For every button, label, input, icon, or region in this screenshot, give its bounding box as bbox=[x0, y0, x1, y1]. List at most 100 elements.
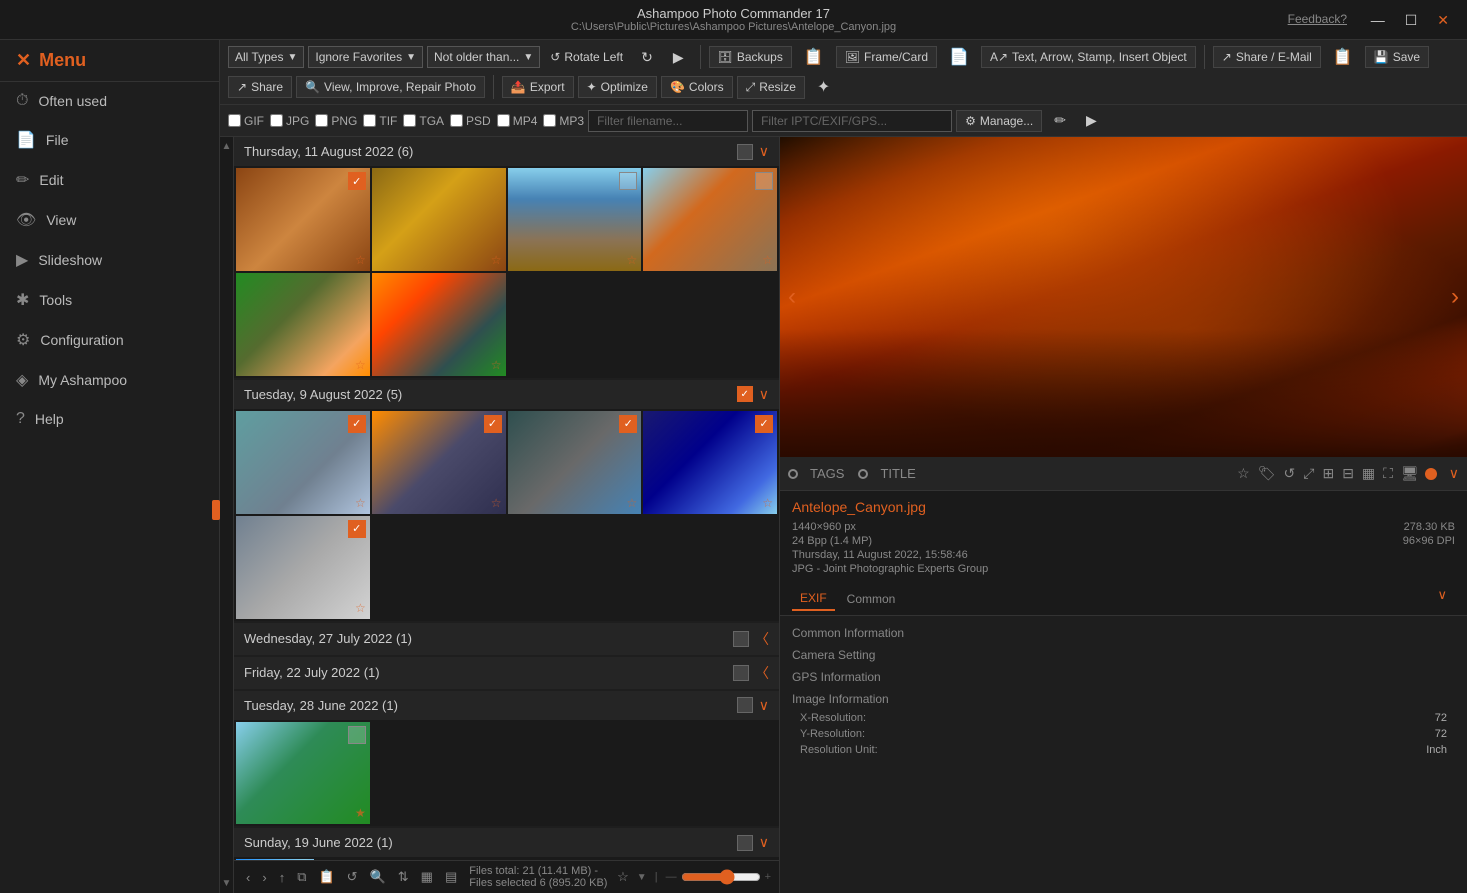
optimize-button[interactable]: ✦ Optimize bbox=[578, 76, 657, 98]
preview-nav-left[interactable]: ‹ bbox=[788, 283, 796, 311]
date-header-aug9[interactable]: Tuesday, 9 August 2022 (5) ✓ ∨ bbox=[234, 380, 779, 409]
photo-thumb-p8[interactable]: ✓ ☆ bbox=[372, 411, 506, 514]
sort-button[interactable]: ⇅ bbox=[394, 867, 413, 887]
resize-button[interactable]: ⤢ Resize bbox=[737, 76, 805, 99]
undo-button[interactable]: ↺ bbox=[343, 867, 362, 887]
chevron-right-jul22-icon[interactable]: 〈 bbox=[755, 663, 769, 683]
chevron-right-jul27-icon[interactable]: 〈 bbox=[755, 629, 769, 649]
sidebar-item-often-used[interactable]: ⏱ Often used bbox=[0, 82, 219, 120]
compare-icon[interactable]: ⊟ bbox=[1340, 463, 1356, 484]
colors-button[interactable]: 🎨 Colors bbox=[661, 76, 733, 98]
tab-title[interactable]: TITLE bbox=[872, 462, 923, 485]
next-page-button[interactable]: › bbox=[258, 868, 270, 887]
sidebar-collapse-tab[interactable] bbox=[212, 500, 220, 520]
manage-button[interactable]: ⚙ Manage... bbox=[956, 110, 1042, 132]
filter-favorites-dropdown[interactable]: Ignore Favorites ▼ bbox=[308, 46, 423, 68]
photo-thumb-p13[interactable] bbox=[236, 859, 314, 860]
photo-thumb-p9[interactable]: ✓ ☆ bbox=[508, 411, 642, 514]
favorites-dropdown[interactable]: ▼ bbox=[637, 872, 647, 883]
date-header-jun28[interactable]: Tuesday, 28 June 2022 (1) ∨ bbox=[234, 691, 779, 720]
rotate-info-icon[interactable]: ↺ bbox=[1282, 463, 1298, 484]
filter-mp4[interactable]: MP4 bbox=[497, 114, 538, 128]
restore-button[interactable]: ☐ bbox=[1397, 8, 1426, 33]
slideshow-play-button[interactable]: ▶ bbox=[665, 46, 692, 69]
edit-secondary-button[interactable]: ✏ bbox=[1046, 109, 1074, 132]
group-checkbox-jun19[interactable] bbox=[737, 835, 753, 851]
backups-button[interactable]: 🗄 Backups bbox=[709, 46, 792, 68]
export-button[interactable]: 📤 Export bbox=[502, 76, 574, 98]
sidebar-close-icon[interactable]: ✕ bbox=[16, 50, 31, 71]
prev-page-button[interactable]: ‹ bbox=[242, 868, 254, 887]
expand-icon[interactable]: ⤢ bbox=[1301, 463, 1316, 484]
tab-tags[interactable]: TAGS bbox=[802, 462, 852, 485]
filter-mp3[interactable]: MP3 bbox=[543, 114, 584, 128]
photo-thumb-p10[interactable]: ✓ ☆ bbox=[643, 411, 777, 514]
zoom-slider[interactable] bbox=[681, 869, 761, 885]
slideshow-secondary-button[interactable]: ▶ bbox=[1078, 109, 1105, 132]
feedback-link[interactable]: Feedback? bbox=[1288, 12, 1347, 26]
share-email-button[interactable]: ↗ Share / E-Mail bbox=[1213, 46, 1321, 68]
monitor-icon[interactable]: 🖥 bbox=[1399, 463, 1421, 484]
exif-expand-icon[interactable]: ∨ bbox=[1437, 587, 1447, 602]
sidebar-item-edit[interactable]: ✏ Edit bbox=[0, 160, 219, 200]
sidebar-item-tools[interactable]: ✱ Tools bbox=[0, 280, 219, 320]
minimize-button[interactable]: — bbox=[1363, 8, 1393, 32]
color-dot[interactable] bbox=[1425, 468, 1437, 480]
photo-thumb-p11[interactable]: ✓ ☆ bbox=[236, 516, 370, 619]
sidebar-item-help[interactable]: ? Help bbox=[0, 400, 219, 438]
iptc-filter-input[interactable] bbox=[752, 110, 952, 132]
group-checkbox-aug9[interactable]: ✓ bbox=[737, 386, 753, 402]
save-button[interactable]: 💾 Save bbox=[1365, 46, 1429, 68]
filter-jpg[interactable]: JPG bbox=[270, 114, 309, 128]
grid-icon[interactable]: ▦ bbox=[1360, 463, 1377, 484]
view-improve-button[interactable]: 🔍 View, Improve, Repair Photo bbox=[296, 76, 485, 98]
exif-section-common-info[interactable]: Common Information bbox=[792, 622, 1455, 644]
exif-section-gps-info[interactable]: GPS Information bbox=[792, 666, 1455, 688]
filter-psd[interactable]: PSD bbox=[450, 114, 491, 128]
sidebar-item-view[interactable]: 👁 View bbox=[0, 200, 219, 240]
close-window-button[interactable]: ✕ bbox=[1429, 8, 1457, 33]
date-header-jul22[interactable]: Friday, 22 July 2022 (1) 〈 bbox=[234, 657, 779, 689]
chevron-down-aug11-icon[interactable]: ∨ bbox=[759, 143, 769, 160]
chevron-down-jun28-icon[interactable]: ∨ bbox=[759, 697, 769, 714]
sidebar-item-configuration[interactable]: ⚙ Configuration bbox=[0, 320, 219, 360]
filter-tif[interactable]: TIF bbox=[363, 114, 397, 128]
list-view-button[interactable]: ▤ bbox=[441, 867, 461, 887]
copy-button[interactable]: ⧉ bbox=[293, 867, 310, 887]
star-info-icon[interactable]: ☆ bbox=[1235, 463, 1252, 484]
rotate-left-button[interactable]: ↺ Rotate Left bbox=[544, 47, 629, 67]
paste-button[interactable]: 📋 bbox=[314, 867, 338, 887]
group-checkbox-jun28[interactable] bbox=[737, 697, 753, 713]
filter-gif[interactable]: GIF bbox=[228, 114, 264, 128]
preview-nav-right[interactable]: › bbox=[1451, 283, 1459, 311]
exif-tab-exif[interactable]: EXIF bbox=[792, 587, 835, 611]
group-checkbox-jul22[interactable] bbox=[733, 665, 749, 681]
photo-thumb-p1[interactable]: ✓ ☆ bbox=[236, 168, 370, 271]
favorites-button[interactable]: ☆ bbox=[613, 867, 633, 887]
search-button[interactable]: 🔍 bbox=[366, 867, 390, 887]
filter-type-dropdown[interactable]: All Types ▼ bbox=[228, 46, 304, 68]
photo-thumb-p4[interactable]: ☆ bbox=[643, 168, 777, 271]
photo-thumb-p5[interactable]: ☆ bbox=[236, 273, 370, 376]
photo-thumb-p2[interactable]: ☆ bbox=[372, 168, 506, 271]
date-header-aug11[interactable]: Thursday, 11 August 2022 (6) ∨ bbox=[234, 137, 779, 166]
title-radio[interactable] bbox=[858, 469, 868, 479]
photo-thumb-p12[interactable]: ★ bbox=[236, 722, 370, 825]
sidebar-item-slideshow[interactable]: ▶ Slideshow bbox=[0, 240, 219, 280]
expand-info-icon[interactable]: ∨ bbox=[1449, 465, 1459, 482]
date-header-jun19[interactable]: Sunday, 19 June 2022 (1) ∨ bbox=[234, 828, 779, 857]
chevron-down-jun19-icon[interactable]: ∨ bbox=[759, 834, 769, 851]
photo-thumb-p3[interactable]: ☆ bbox=[508, 168, 642, 271]
filter-tga[interactable]: TGA bbox=[403, 114, 444, 128]
group-checkbox-aug11[interactable] bbox=[737, 144, 753, 160]
sidebar-item-file[interactable]: 📄 File bbox=[0, 120, 219, 160]
photo-thumb-p6[interactable]: ☆ bbox=[372, 273, 506, 376]
backups-secondary-button[interactable]: 📋 bbox=[796, 44, 832, 70]
exif-section-image-info[interactable]: Image Information bbox=[792, 688, 1455, 710]
filename-filter-input[interactable] bbox=[588, 110, 748, 132]
date-header-jul27[interactable]: Wednesday, 27 July 2022 (1) 〈 bbox=[234, 623, 779, 655]
exif-tab-common[interactable]: Common bbox=[839, 587, 904, 611]
scroll-up-button[interactable]: ↑ bbox=[275, 868, 290, 887]
frame-secondary-button[interactable]: 📄 bbox=[941, 44, 977, 70]
text-arrow-button[interactable]: A↗ Text, Arrow, Stamp, Insert Object bbox=[981, 46, 1196, 68]
